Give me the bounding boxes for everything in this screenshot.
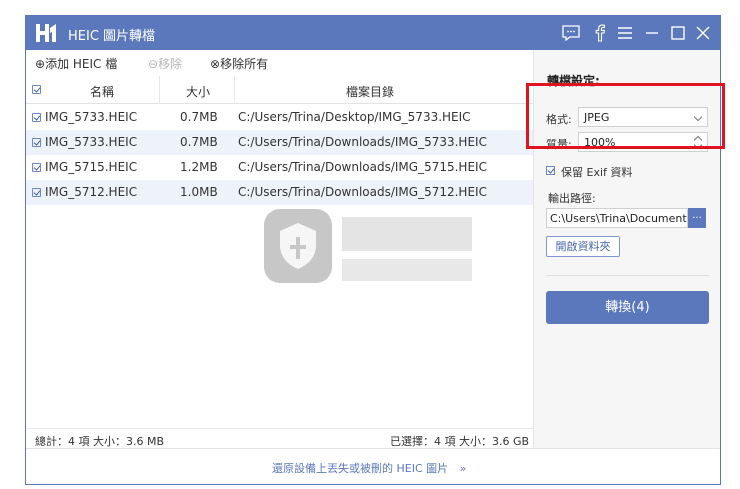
row-checkbox[interactable] bbox=[32, 138, 41, 147]
plus-circle-icon: ⊕ bbox=[35, 57, 46, 71]
column-divider bbox=[234, 76, 235, 104]
file-name: IMG_5733.HEIC bbox=[45, 110, 138, 124]
remove-button[interactable]: ⊖移除 bbox=[148, 55, 182, 72]
column-divider bbox=[159, 76, 160, 104]
output-path-label: 輸出路徑: bbox=[548, 192, 596, 205]
remove-all-button[interactable]: ⊗移除所有 bbox=[210, 55, 268, 72]
file-name: IMG_5715.HEIC bbox=[45, 160, 138, 174]
file-size: 0.7MB bbox=[180, 135, 218, 149]
open-folder-button[interactable]: 開啟資料夾 bbox=[546, 236, 620, 257]
convert-button[interactable]: 轉換(4) bbox=[546, 291, 709, 324]
feedback-icon[interactable] bbox=[560, 22, 582, 44]
recover-heic-link[interactable]: 還原設備上丟失或被刪的 HEIC 圖片 » bbox=[272, 460, 466, 476]
table-row[interactable]: IMG_5712.HEIC 1.0MB C:/Users/Trina/Downl… bbox=[26, 180, 533, 205]
menu-icon[interactable] bbox=[614, 22, 636, 44]
file-path: C:/Users/Trina/Downloads/IMG_5712.HEIC bbox=[238, 185, 487, 199]
output-path-field[interactable]: C:\Users\Trina\Documents\ bbox=[546, 208, 688, 228]
row-checkbox[interactable] bbox=[32, 163, 41, 172]
file-path: C:/Users/Trina/Desktop/IMG_5733.HEIC bbox=[238, 110, 471, 124]
x-circle-icon: ⊗ bbox=[210, 57, 221, 71]
file-table-header: 名稱 大小 檔案目錄 bbox=[26, 76, 533, 104]
file-path: C:/Users/Trina/Downloads/IMG_5733.HEIC bbox=[238, 135, 487, 149]
app-logo-icon bbox=[36, 24, 56, 42]
window-title: HEIC 圖片轉檔 bbox=[68, 29, 156, 44]
minus-circle-icon: ⊖ bbox=[148, 57, 159, 71]
bottom-bar: 還原設備上丟失或被刪的 HEIC 圖片 » bbox=[26, 448, 720, 484]
column-header-path[interactable]: 檔案目錄 bbox=[346, 83, 394, 100]
column-header-size[interactable]: 大小 bbox=[186, 83, 210, 100]
file-name: IMG_5712.HEIC bbox=[45, 185, 138, 199]
toolbar: ⊕添加 HEIC 檔 ⊖移除 ⊗移除所有 bbox=[26, 50, 533, 76]
double-chevron-right-icon: » bbox=[459, 462, 467, 475]
table-row[interactable]: IMG_5715.HEIC 1.2MB C:/Users/Trina/Downl… bbox=[26, 155, 533, 180]
browse-button[interactable]: ... bbox=[688, 208, 706, 228]
column-header-name[interactable]: 名稱 bbox=[90, 83, 114, 100]
selected-stats: 已選擇：4 項 大小：3.6 GB bbox=[390, 435, 530, 448]
table-row[interactable]: IMG_5733.HEIC 0.7MB C:/Users/Trina/Deskt… bbox=[26, 105, 533, 130]
highlight-box bbox=[526, 83, 725, 149]
keep-exif-label: 保留 Exif 資料 bbox=[561, 166, 633, 179]
title-bar: HEIC 圖片轉檔 bbox=[26, 16, 720, 50]
row-checkbox[interactable] bbox=[32, 188, 41, 197]
panel-separator bbox=[546, 275, 709, 276]
file-name: IMG_5733.HEIC bbox=[45, 135, 138, 149]
maximize-icon[interactable] bbox=[667, 22, 689, 44]
add-heic-button[interactable]: ⊕添加 HEIC 檔 bbox=[35, 55, 117, 72]
minimize-icon[interactable] bbox=[641, 22, 663, 44]
file-size: 0.7MB bbox=[180, 110, 218, 124]
table-row[interactable]: IMG_5733.HEIC 0.7MB C:/Users/Trina/Downl… bbox=[26, 130, 533, 155]
total-stats: 總計：4 項 大小：3.6 MB bbox=[35, 435, 165, 448]
keep-exif-checkbox[interactable] bbox=[546, 166, 555, 175]
watermark-logo bbox=[264, 209, 472, 283]
close-icon[interactable] bbox=[692, 22, 714, 44]
file-path: C:/Users/Trina/Downloads/IMG_5715.HEIC bbox=[238, 160, 487, 174]
row-checkbox[interactable] bbox=[32, 113, 41, 122]
file-size: 1.2MB bbox=[180, 160, 218, 174]
file-size: 1.0MB bbox=[180, 185, 218, 199]
select-all-checkbox[interactable] bbox=[32, 85, 41, 94]
stats-bar: 總計：4 項 大小：3.6 MB 已選擇：4 項 大小：3.6 GB bbox=[26, 428, 533, 448]
facebook-icon[interactable] bbox=[589, 22, 611, 44]
